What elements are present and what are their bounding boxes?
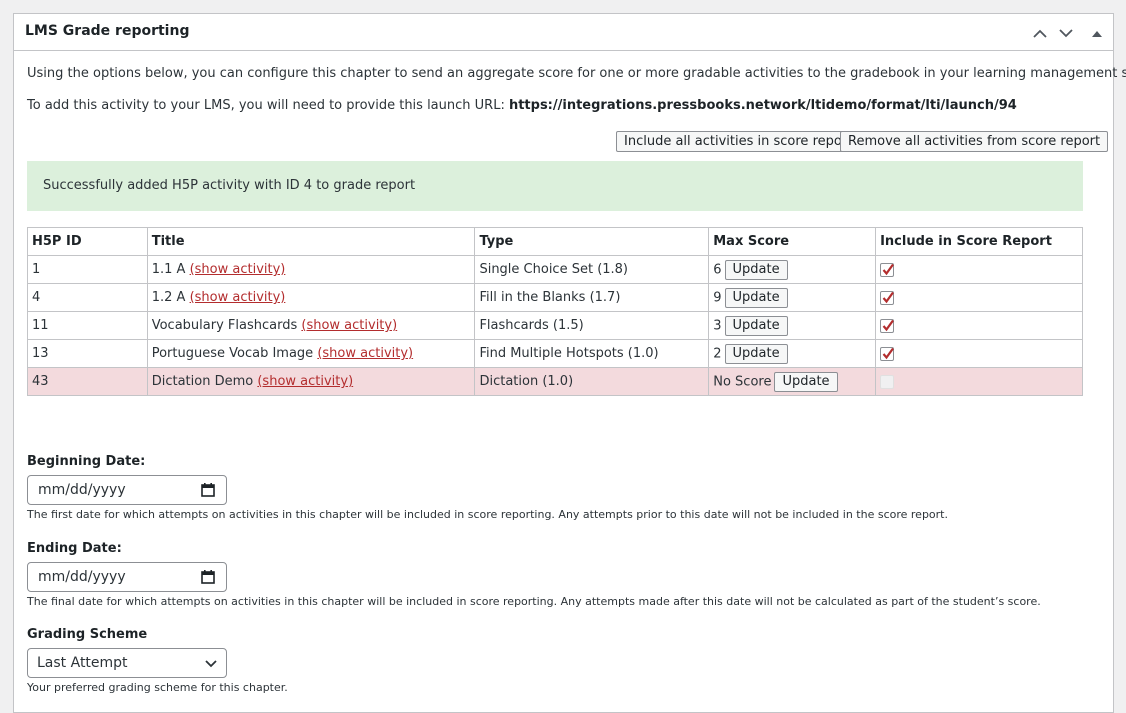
activity-title: Portuguese Vocab Image bbox=[151, 346, 314, 361]
cell-type: Flashcards (1.5) bbox=[474, 311, 710, 340]
max-score-value: 2 bbox=[713, 346, 722, 361]
cell-id: 43 bbox=[27, 367, 148, 396]
lms-grade-reporting-panel: LMS Grade reporting Using the options be… bbox=[13, 13, 1126, 713]
grading-scheme-select[interactable]: Last Attempt bbox=[27, 648, 227, 678]
beginning-date-label: Beginning Date: bbox=[27, 454, 146, 469]
ending-date-help: The final date for which attempts on act… bbox=[27, 595, 1041, 608]
panel-header: LMS Grade reporting bbox=[14, 14, 1113, 51]
cell-max-score: 2 Update bbox=[708, 339, 877, 368]
include-checkbox[interactable] bbox=[880, 262, 895, 277]
cell-id: 11 bbox=[27, 311, 148, 340]
cell-max-score: 3 Update bbox=[708, 311, 877, 340]
cell-max-score: No Score Update bbox=[708, 367, 877, 396]
update-button[interactable]: Update bbox=[724, 343, 788, 364]
include-checkbox[interactable] bbox=[880, 318, 895, 333]
header-type: Type bbox=[474, 227, 710, 256]
beginning-date-placeholder: mm/dd/yyyy bbox=[38, 482, 126, 498]
show-activity-link[interactable]: (show activity) bbox=[301, 318, 397, 333]
cell-id: 13 bbox=[27, 339, 148, 368]
cell-max-score: 6 Update bbox=[708, 255, 877, 284]
max-score-value: No Score bbox=[713, 374, 772, 389]
header-h5p-id: H5P ID bbox=[27, 227, 148, 256]
update-button[interactable]: Update bbox=[724, 259, 788, 280]
show-activity-link[interactable]: (show activity) bbox=[190, 262, 286, 277]
grading-scheme-help: Your preferred grading scheme for this c… bbox=[27, 681, 288, 694]
show-activity-link[interactable]: (show activity) bbox=[317, 346, 413, 361]
cell-title: Vocabulary Flashcards (show activity) bbox=[146, 311, 476, 340]
table-row: 13 Portuguese Vocab Image (show activity… bbox=[27, 339, 1083, 368]
include-all-button[interactable]: Include all activities in score report bbox=[616, 131, 861, 152]
launch-url-line: To add this activity to your LMS, you wi… bbox=[27, 98, 1017, 113]
table-header-row: H5P ID Title Type Max Score Include in S… bbox=[27, 227, 1083, 256]
move-up-icon[interactable] bbox=[1031, 24, 1049, 42]
ending-date-input[interactable]: mm/dd/yyyy bbox=[27, 562, 227, 592]
cell-title: Dictation Demo (show activity) bbox=[146, 367, 476, 396]
intro-text: Using the options below, you can configu… bbox=[27, 66, 1126, 81]
cell-title: 1.2 A (show activity) bbox=[146, 283, 476, 312]
table-row: 43 Dictation Demo (show activity) Dictat… bbox=[27, 367, 1083, 396]
table-row: 11 Vocabulary Flashcards (show activity)… bbox=[27, 311, 1083, 340]
cell-max-score: 9 Update bbox=[708, 283, 877, 312]
show-activity-link[interactable]: (show activity) bbox=[190, 290, 286, 305]
show-activity-link[interactable]: (show activity) bbox=[257, 374, 353, 389]
activities-table: H5P ID Title Type Max Score Include in S… bbox=[27, 227, 1083, 396]
cell-include bbox=[875, 283, 1083, 312]
cell-type: Fill in the Blanks (1.7) bbox=[474, 283, 710, 312]
launch-url: https://integrations.pressbooks.network/… bbox=[508, 98, 1017, 113]
calendar-icon[interactable] bbox=[201, 483, 215, 497]
panel-title: LMS Grade reporting bbox=[25, 23, 190, 39]
calendar-icon[interactable] bbox=[201, 570, 215, 584]
max-score-value: 9 bbox=[713, 290, 722, 305]
chevron-down-icon bbox=[205, 660, 217, 668]
remove-all-button[interactable]: Remove all activities from score report bbox=[840, 131, 1109, 152]
cell-title: 1.1 A (show activity) bbox=[146, 255, 476, 284]
cell-title: Portuguese Vocab Image (show activity) bbox=[146, 339, 476, 368]
include-checkbox[interactable] bbox=[880, 346, 895, 361]
header-max-score: Max Score bbox=[708, 227, 877, 256]
launch-url-prefix: To add this activity to your LMS, you wi… bbox=[27, 98, 509, 113]
cell-type: Dictation (1.0) bbox=[474, 367, 710, 396]
cell-type: Find Multiple Hotspots (1.0) bbox=[474, 339, 710, 368]
cell-include bbox=[875, 311, 1083, 340]
collapse-toggle-icon[interactable] bbox=[1088, 24, 1106, 42]
cell-id: 4 bbox=[27, 283, 148, 312]
table-row: 1 1.1 A (show activity) Single Choice Se… bbox=[27, 255, 1083, 284]
grading-scheme-label: Grading Scheme bbox=[27, 627, 148, 642]
move-down-icon[interactable] bbox=[1057, 24, 1075, 42]
header-include: Include in Score Report bbox=[875, 227, 1083, 256]
table-row: 4 1.2 A (show activity) Fill in the Blan… bbox=[27, 283, 1083, 312]
max-score-value: 6 bbox=[713, 262, 722, 277]
cell-id: 1 bbox=[27, 255, 148, 284]
beginning-date-help: The first date for which attempts on act… bbox=[27, 508, 948, 521]
update-button[interactable]: Update bbox=[774, 371, 838, 392]
include-checkbox[interactable] bbox=[880, 290, 895, 305]
cell-include bbox=[875, 367, 1083, 396]
header-title: Title bbox=[146, 227, 476, 256]
ending-date-placeholder: mm/dd/yyyy bbox=[38, 569, 126, 585]
cell-type: Single Choice Set (1.8) bbox=[474, 255, 710, 284]
cell-include bbox=[875, 339, 1083, 368]
grading-scheme-selected: Last Attempt bbox=[37, 655, 128, 671]
include-checkbox-disabled bbox=[880, 374, 895, 389]
ending-date-label: Ending Date: bbox=[27, 541, 122, 556]
update-button[interactable]: Update bbox=[724, 287, 788, 308]
cell-include bbox=[875, 255, 1083, 284]
success-notice: Successfully added H5P activity with ID … bbox=[27, 161, 1083, 211]
activity-title: Vocabulary Flashcards bbox=[151, 318, 298, 333]
update-button[interactable]: Update bbox=[724, 315, 788, 336]
activity-title: Dictation Demo bbox=[151, 374, 254, 389]
activity-title: 1.1 A bbox=[151, 262, 186, 277]
activity-title: 1.2 A bbox=[151, 290, 186, 305]
beginning-date-input[interactable]: mm/dd/yyyy bbox=[27, 475, 227, 505]
max-score-value: 3 bbox=[713, 318, 722, 333]
